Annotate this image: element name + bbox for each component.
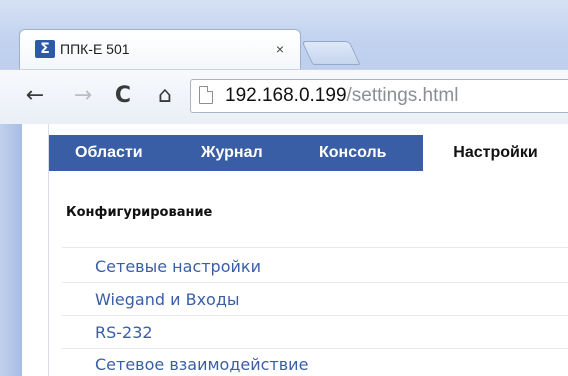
- url-host: 192.168.0.199: [225, 85, 347, 106]
- forward-arrow-icon[interactable]: →: [70, 82, 96, 110]
- tab-close-icon[interactable]: ×: [271, 40, 289, 58]
- address-bar-url[interactable]: 192.168.0.199/settings.html: [225, 83, 458, 109]
- link-network-settings[interactable]: Сетевые настройки: [95, 256, 261, 278]
- tab-console[interactable]: Консоль: [319, 135, 386, 171]
- tab-favicon-icon: Σ: [35, 40, 55, 58]
- tab-areas[interactable]: Области: [75, 135, 143, 171]
- link-rs232[interactable]: RS-232: [95, 322, 153, 344]
- divider: [62, 348, 568, 349]
- link-wiegand-inputs[interactable]: Wiegand и Входы: [95, 289, 240, 311]
- divider: [62, 247, 568, 248]
- tab-title: ППК-Е 501: [60, 41, 130, 57]
- back-arrow-icon[interactable]: ←: [22, 82, 48, 110]
- page-icon: [199, 86, 213, 104]
- link-network-interaction[interactable]: Сетевое взаимодействие: [95, 354, 308, 376]
- url-path: /settings.html: [346, 85, 459, 106]
- window-border: [0, 124, 22, 376]
- home-icon[interactable]: ⌂: [152, 82, 178, 110]
- divider: [62, 315, 568, 316]
- tab-journal[interactable]: Журнал: [201, 135, 263, 171]
- divider: [62, 282, 568, 283]
- section-title: Конфигурирование: [66, 205, 213, 220]
- reload-icon[interactable]: C: [110, 82, 136, 110]
- tab-settings[interactable]: Настройки: [423, 135, 568, 171]
